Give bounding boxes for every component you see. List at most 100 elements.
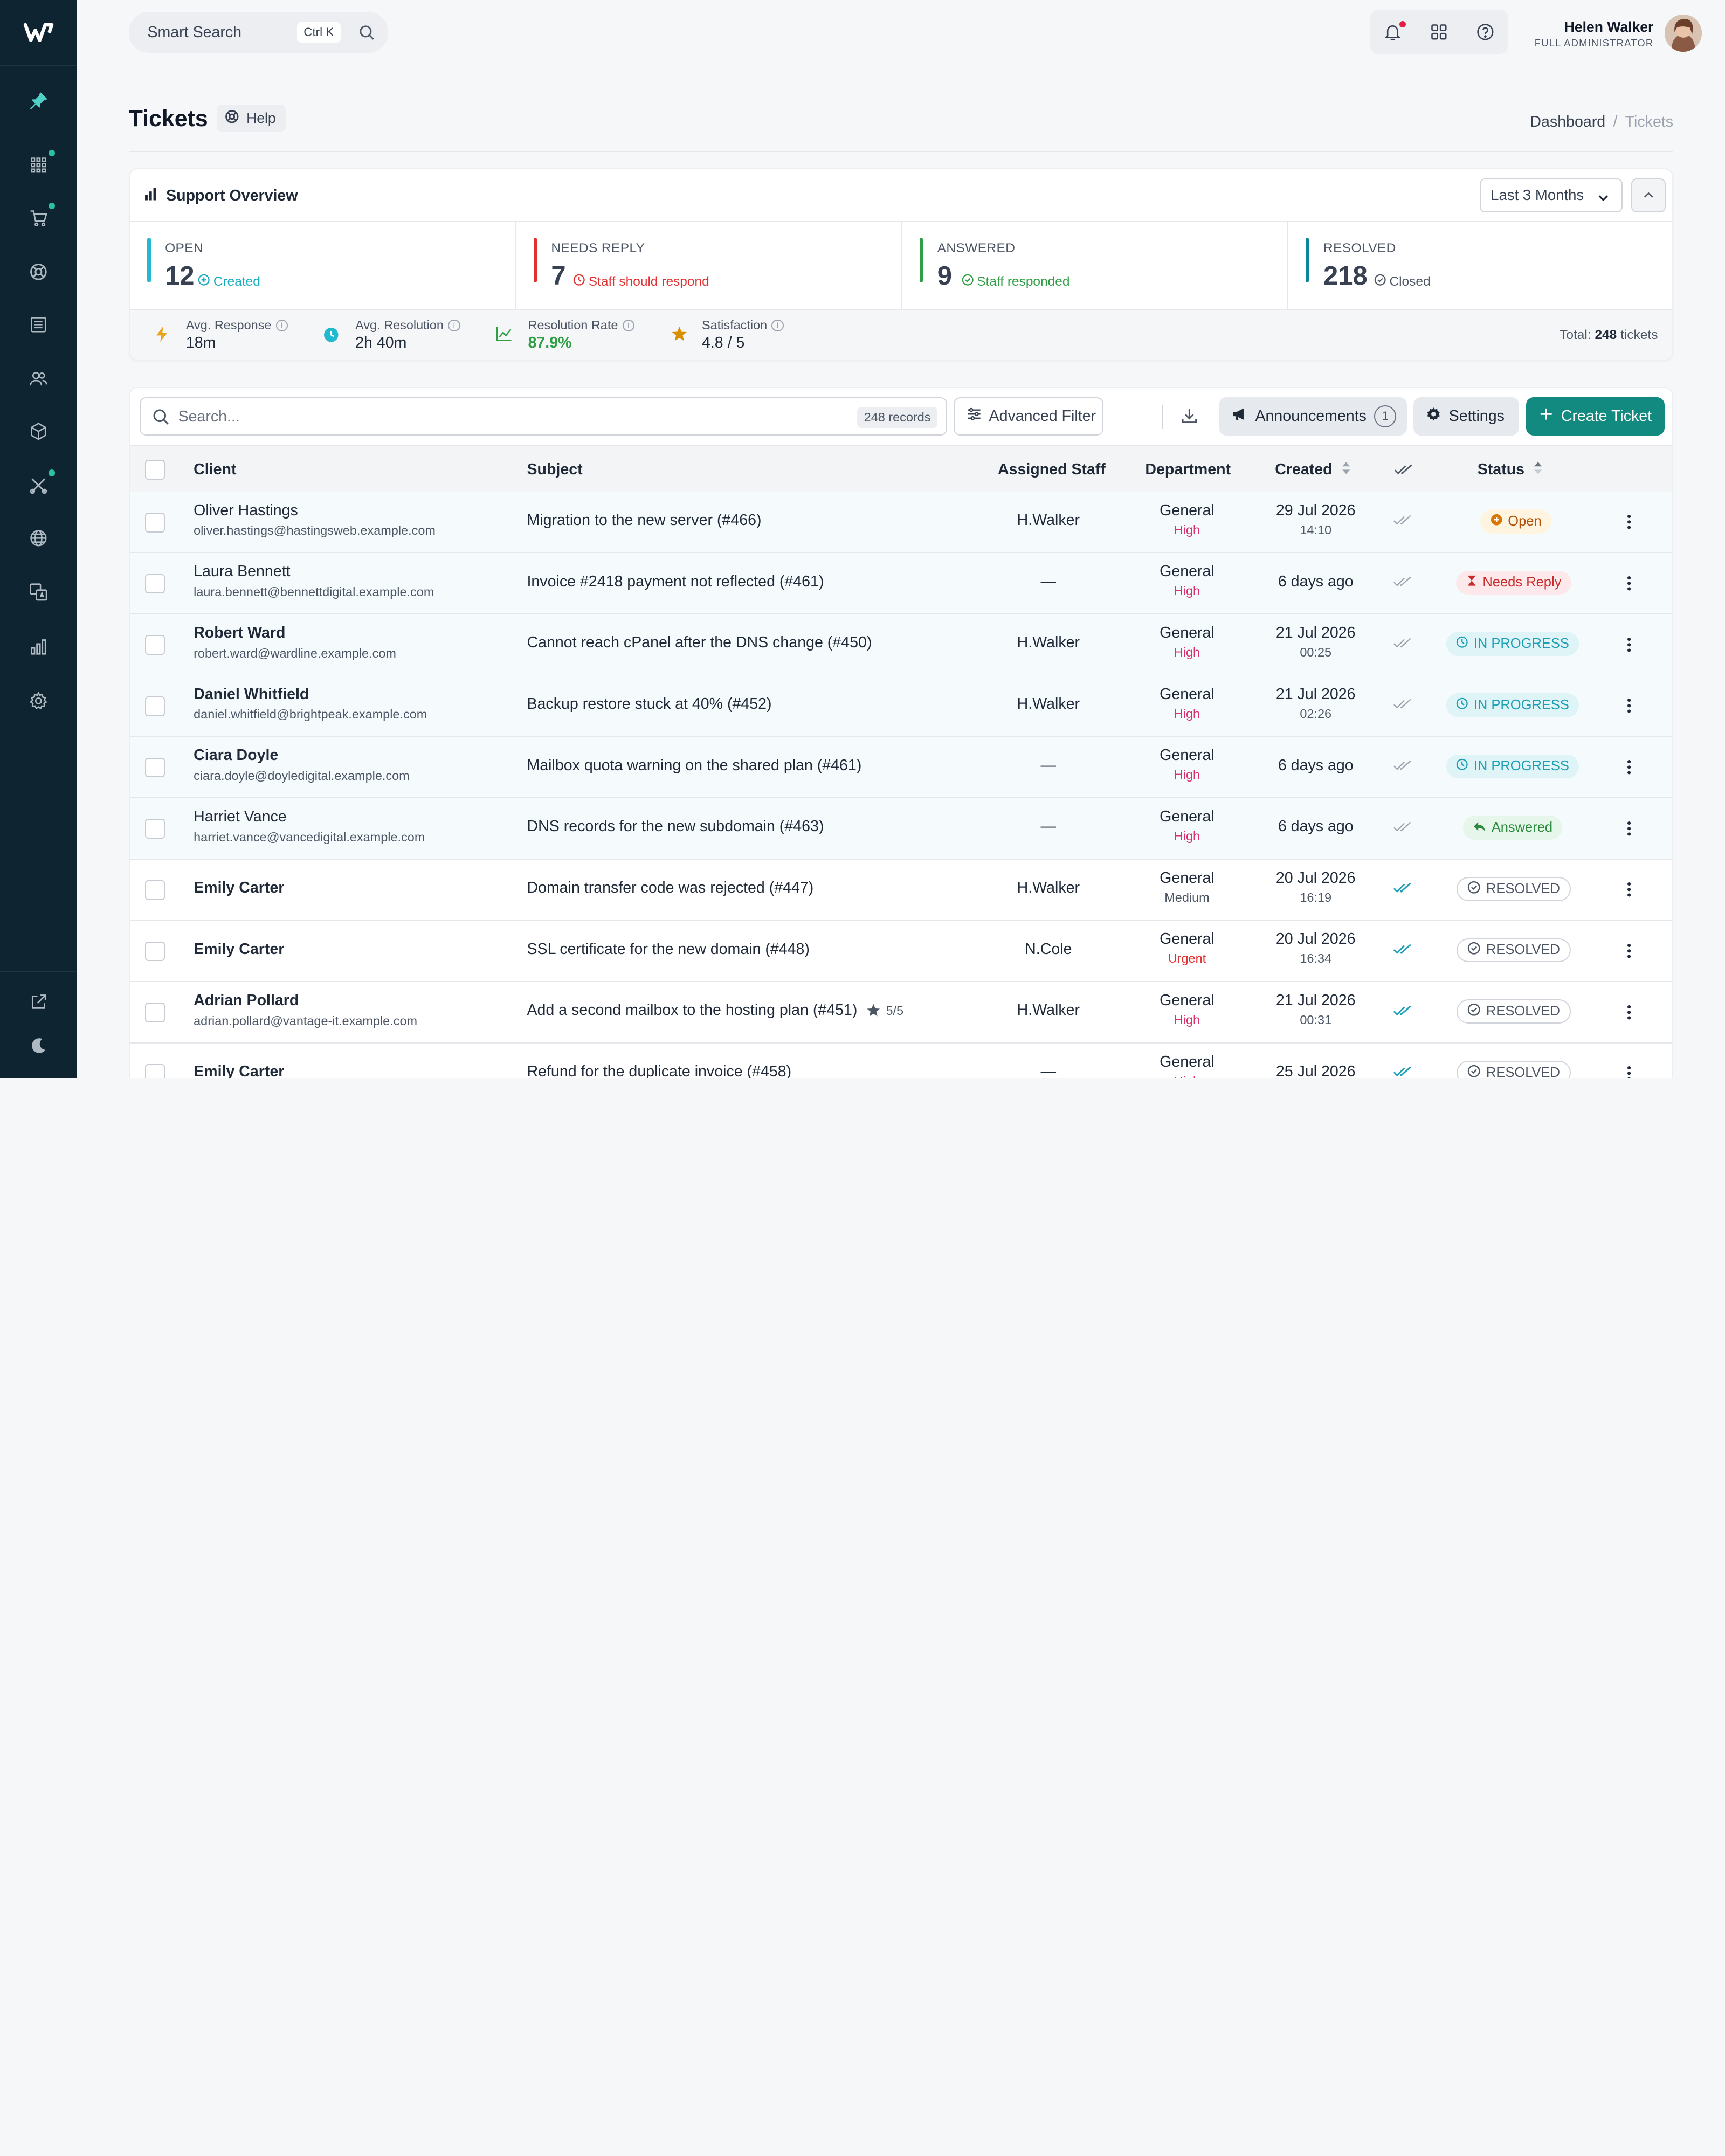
pin-icon[interactable] (24, 87, 53, 115)
row-checkbox[interactable] (145, 819, 165, 839)
stat-resolved[interactable]: RESOLVED 218 Closed (1288, 222, 1672, 309)
stat-answered[interactable]: ANSWERED 9 Staff responded (902, 222, 1288, 309)
row-actions-menu-icon[interactable] (1627, 636, 1631, 657)
user-name[interactable]: Helen Walker (1564, 19, 1654, 36)
row-checkbox[interactable] (145, 757, 165, 778)
announcements-button[interactable]: Announcements 1 (1219, 397, 1407, 436)
ticket-subject[interactable]: Migration to the new server (#466) (527, 512, 761, 529)
row-checkbox[interactable] (145, 635, 165, 655)
help-button[interactable]: Help (217, 104, 286, 132)
row-actions-menu-icon[interactable] (1627, 1004, 1631, 1024)
row-actions-menu-icon[interactable] (1627, 820, 1631, 840)
app-logo[interactable] (0, 0, 77, 66)
row-checkbox[interactable] (145, 573, 165, 594)
row-checkbox[interactable] (145, 1064, 165, 1078)
users-icon[interactable] (24, 364, 53, 393)
client-name[interactable]: Robert Ward (194, 624, 285, 642)
apps-grid-icon[interactable] (24, 149, 56, 179)
user-role: FULL ADMINISTRATOR (1534, 37, 1654, 49)
ticket-subject[interactable]: SSL certificate for the new domain (#448… (527, 941, 809, 958)
row-checkbox[interactable] (145, 512, 165, 533)
created-date: 6 days ago (1278, 572, 1354, 590)
dark-mode-moon-icon[interactable] (24, 1032, 53, 1060)
row-actions-menu-icon[interactable] (1627, 697, 1631, 718)
table-row[interactable]: Robert Ward robert.ward@wardline.example.… (129, 614, 1673, 676)
translate-icon[interactable] (24, 577, 53, 606)
header-created[interactable]: Created (1275, 461, 1351, 480)
table-row[interactable]: Oliver Hastings oliver.hastings@hastingsw… (129, 492, 1673, 554)
row-actions-menu-icon[interactable] (1627, 759, 1631, 779)
grid-view-icon[interactable] (1429, 22, 1449, 42)
collapse-overview-button[interactable] (1631, 178, 1666, 212)
row-actions-menu-icon[interactable] (1627, 514, 1631, 534)
settings-gear-icon[interactable] (24, 686, 53, 715)
client-name[interactable]: Daniel Whitfield (194, 686, 309, 703)
advanced-filter-button[interactable]: Advanced Filter (954, 397, 1103, 436)
smart-search-bar[interactable]: Smart Search Ctrl K (128, 12, 389, 53)
client-name[interactable]: Laura Bennett (194, 563, 290, 581)
read-receipt-icon (1393, 1062, 1412, 1078)
help-question-icon[interactable] (1475, 22, 1495, 42)
create-ticket-label: Create Ticket (1561, 407, 1652, 425)
ticket-subject[interactable]: Mailbox quota warning on the shared plan… (527, 757, 861, 775)
overview-title-text: Support Overview (166, 186, 298, 204)
support-overview-card: Support Overview Last 3 Months OPEN 12 C… (128, 168, 1674, 361)
table-row[interactable]: Adrian Pollard adrian.pollard@vantage-it.… (129, 982, 1673, 1044)
client-name[interactable]: Emily Carter (194, 941, 284, 958)
client-name[interactable]: Harriet Vance (194, 808, 287, 826)
client-name[interactable]: Emily Carter (194, 879, 284, 897)
department-cell: General High (1133, 1053, 1241, 1078)
row-actions-menu-icon[interactable] (1627, 1065, 1631, 1078)
ticket-subject[interactable]: Backup restore stuck at 40% (#452) (527, 695, 771, 713)
table-row[interactable]: Ciara Doyle ciara.doyle@doyledigital.exam… (129, 736, 1673, 799)
ticket-subject[interactable]: Refund for the duplicate invoice (#458) (527, 1063, 791, 1078)
ticket-subject[interactable]: Cannot reach cPanel after the DNS change… (527, 634, 872, 652)
client-email: oliver.hastings@hastingsweb.example.com (194, 523, 436, 538)
table-row[interactable]: Harriet Vance harriet.vance@vancedigital.… (129, 798, 1673, 860)
department-cell: General High (1133, 992, 1241, 1027)
row-checkbox[interactable] (145, 1003, 165, 1023)
document-list-icon[interactable] (24, 310, 53, 339)
table-row[interactable]: Emily Carter SSL certificate for the new … (129, 921, 1673, 983)
create-ticket-button[interactable]: Create Ticket (1526, 397, 1665, 436)
globe-icon[interactable] (24, 523, 53, 552)
table-row[interactable]: Laura Bennett laura.bennett@bennettdigita… (129, 552, 1673, 615)
table-row[interactable]: Emily Carter Domain transfer code was rej… (129, 859, 1673, 921)
row-actions-menu-icon[interactable] (1627, 881, 1631, 902)
tools-icon[interactable] (24, 469, 56, 499)
header-status[interactable]: Status (1478, 461, 1543, 480)
stat-sub-text: Created (213, 274, 260, 289)
date-range-select[interactable]: Last 3 Months (1479, 178, 1623, 212)
stat-color-bar (533, 237, 537, 283)
row-checkbox[interactable] (145, 880, 165, 900)
client-name[interactable]: Emily Carter (194, 1063, 284, 1078)
package-icon[interactable] (24, 417, 53, 445)
lifebuoy-icon[interactable] (24, 258, 53, 286)
client-name[interactable]: Ciara Doyle (194, 747, 278, 764)
ticket-subject[interactable]: DNS records for the new subdomain (#463) (527, 818, 824, 835)
breadcrumb-dashboard[interactable]: Dashboard (1530, 113, 1605, 130)
ticket-search-input[interactable]: Search... 248 records (140, 397, 948, 436)
external-link-icon[interactable] (24, 988, 53, 1017)
ticket-subject[interactable]: Invoice #2418 payment not reflected (#46… (527, 573, 824, 591)
ticket-subject[interactable]: Add a second mailbox to the hosting plan… (527, 1001, 903, 1019)
client-name[interactable]: Adrian Pollard (194, 992, 299, 1010)
row-actions-menu-icon[interactable] (1627, 943, 1631, 963)
ticket-subject[interactable]: Domain transfer code was rejected (#447) (527, 879, 813, 897)
reports-chart-icon[interactable] (24, 632, 53, 661)
stat-open[interactable]: OPEN 12 Created (130, 222, 516, 309)
stat-needs-reply[interactable]: NEEDS REPLY 7 Staff should respond (516, 222, 902, 309)
row-actions-menu-icon[interactable] (1627, 575, 1631, 596)
avatar[interactable] (1664, 14, 1702, 52)
search-icon[interactable] (358, 24, 375, 45)
table-row[interactable]: Emily Carter Refund for the duplicate inv… (130, 1043, 1672, 1078)
download-icon[interactable] (1181, 407, 1198, 429)
lightning-icon (154, 326, 170, 348)
row-checkbox[interactable] (145, 696, 165, 716)
cart-icon[interactable] (24, 202, 56, 232)
row-checkbox[interactable] (145, 941, 165, 962)
table-row[interactable]: Daniel Whitfield daniel.whitfield@brightp… (129, 675, 1673, 737)
settings-button[interactable]: Settings (1413, 397, 1520, 436)
client-name[interactable]: Oliver Hastings (194, 502, 298, 520)
select-all-checkbox[interactable] (145, 459, 165, 480)
